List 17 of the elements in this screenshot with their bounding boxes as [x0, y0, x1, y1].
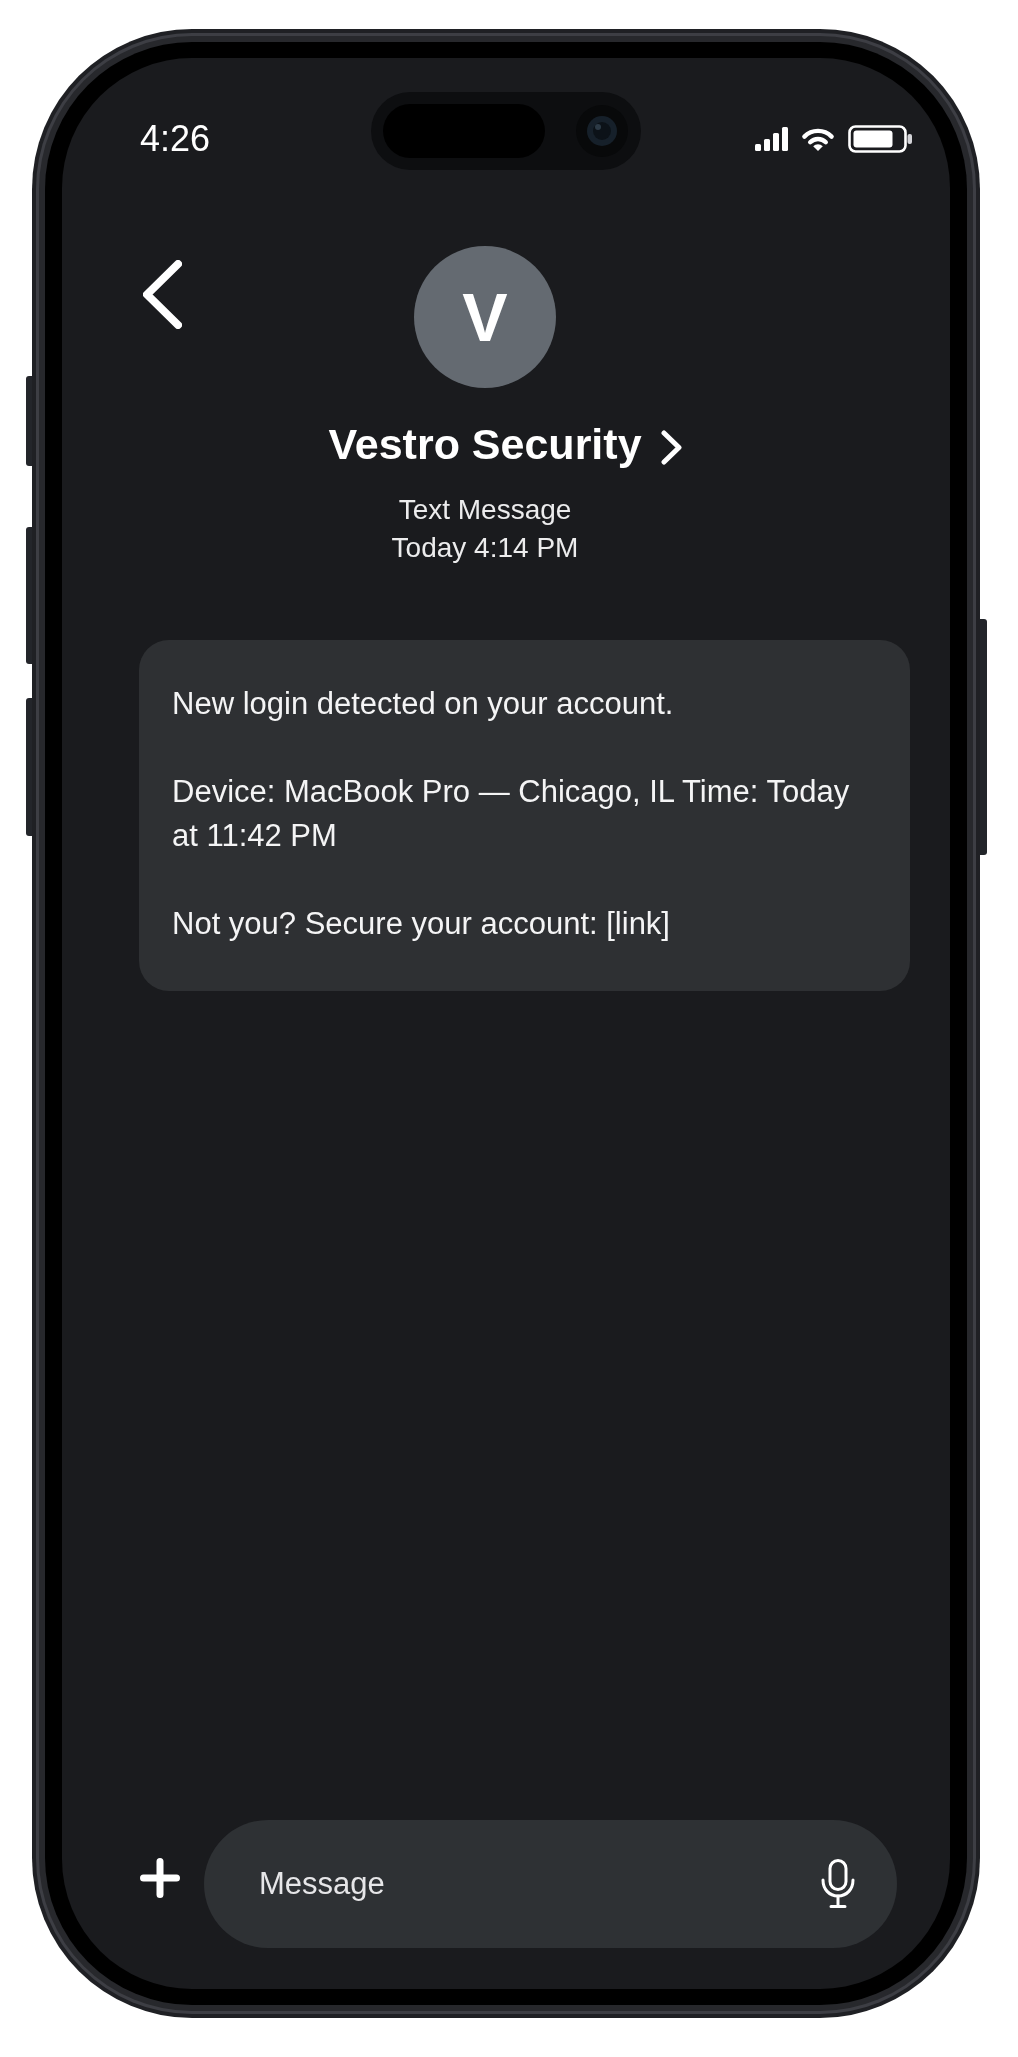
message-field[interactable]: Message — [204, 1820, 897, 1948]
message-text: New login detected on your account. — [172, 685, 675, 723]
battery-icon — [848, 125, 912, 153]
message-type-label: Text Message — [398, 493, 572, 527]
contact-name[interactable]: Vestro Security — [328, 419, 642, 469]
message-text: Not you? Secure your account: [link] — [172, 905, 671, 943]
chevron-right-icon[interactable] — [660, 430, 682, 465]
signal-icon — [755, 127, 788, 151]
back-icon[interactable] — [143, 260, 182, 329]
status-time: 4:26 — [140, 119, 211, 159]
avatar: V — [414, 246, 556, 388]
wifi-icon — [801, 127, 835, 151]
message-timestamp: Today 4:14 PM — [391, 531, 579, 565]
microphone-icon[interactable] — [821, 1859, 855, 1908]
plus-icon[interactable] — [140, 1858, 180, 1898]
camera-lens-icon — [576, 105, 628, 157]
message-text: Device: MacBook Pro — Chicago, IL Time: Today at 11:42 PM — [172, 773, 851, 855]
